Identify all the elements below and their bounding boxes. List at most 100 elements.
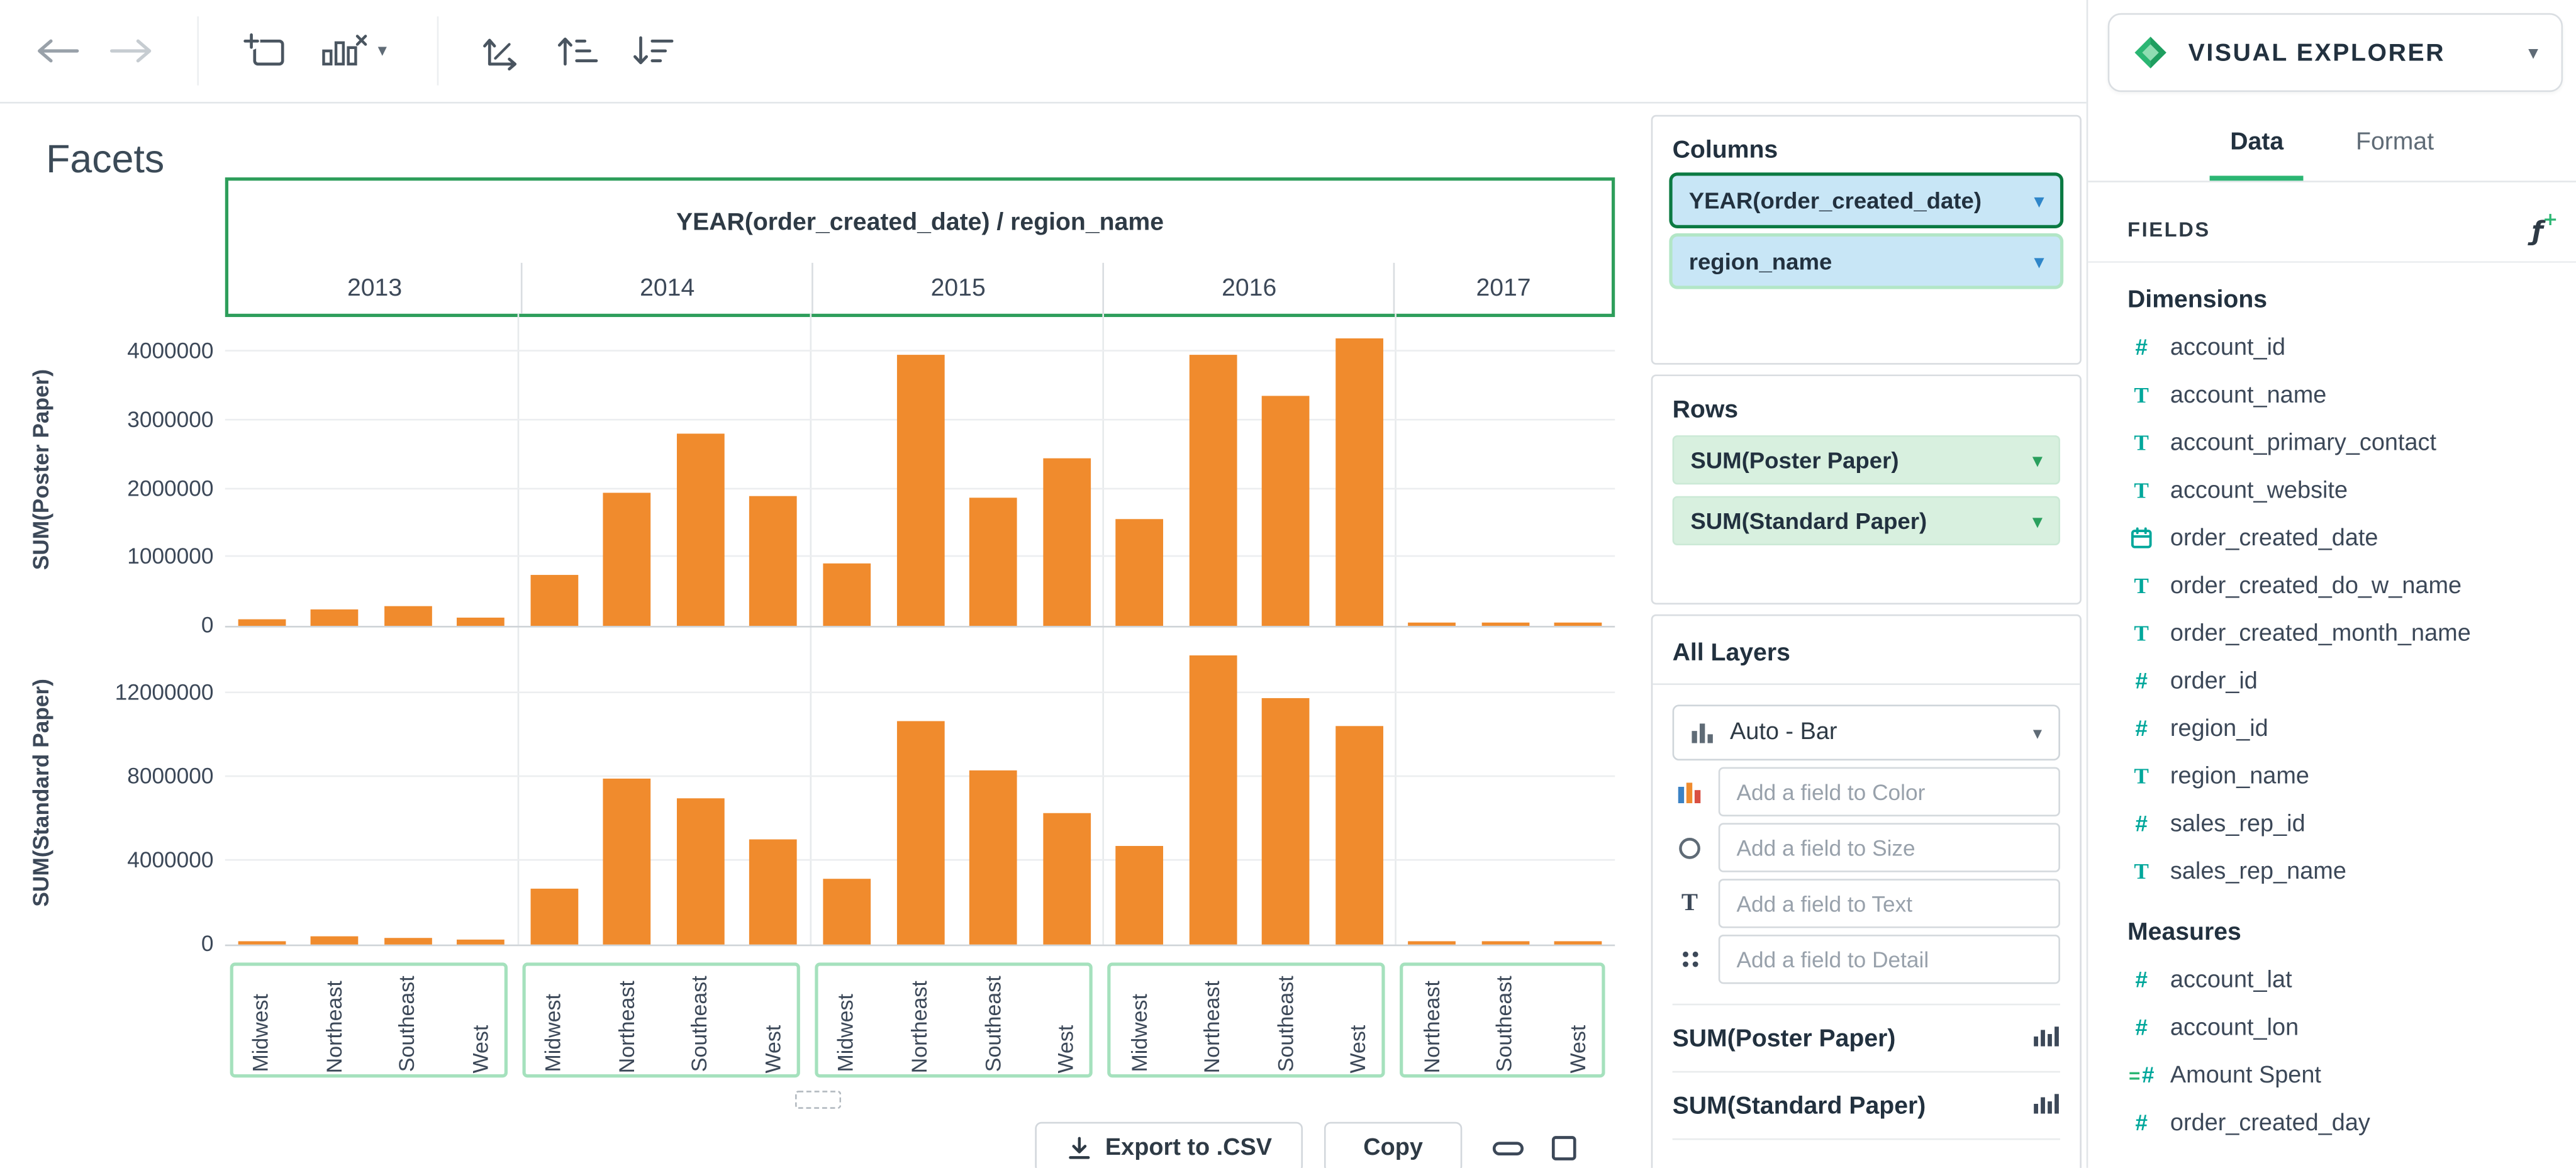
bar[interactable] [1408,623,1456,626]
bar[interactable] [1042,457,1090,626]
field-item[interactable]: Tsales_rep_name [2088,848,2576,896]
field-item[interactable]: Torder_created_month_name [2088,609,2576,657]
bar[interactable] [676,798,725,945]
bar[interactable] [603,779,652,945]
field-item[interactable]: # account_id [2088,323,2576,371]
year-label[interactable]: 2015 [811,262,1103,314]
field-item[interactable]: # region_id [2088,704,2576,752]
bar[interactable] [311,936,359,945]
field-item[interactable]: Tregion_name [2088,752,2576,800]
bar[interactable] [1262,697,1310,945]
bar[interactable] [384,606,432,626]
brand-title: VISUAL EXPLORER [2188,38,2446,67]
bar[interactable] [1042,812,1090,945]
layer-field-row[interactable]: SUM(Standard Paper) [1672,1072,2060,1140]
tab-format[interactable]: Format [2356,115,2434,181]
bar[interactable] [969,770,1017,945]
field-item[interactable]: # sales_rep_id [2088,800,2576,848]
field-item[interactable]: Taccount_primary_contact [2088,419,2576,467]
bar[interactable] [969,497,1017,626]
bar[interactable] [457,617,505,626]
field-drop-input[interactable] [1718,879,2060,928]
add-formula-icon[interactable]: ƒ + [2532,208,2558,245]
add-chart-frame-icon[interactable] [237,23,293,79]
resize-grip[interactable] [795,1091,842,1109]
bar-chart-icon[interactable] [2032,1091,2060,1120]
layer-field-row[interactable]: SUM(Poster Paper) [1672,1005,2060,1073]
sort-descending-icon[interactable] [624,23,680,79]
bar[interactable] [1188,655,1237,945]
year-label[interactable]: 2016 [1103,262,1393,314]
field-drop-input[interactable] [1718,935,2060,984]
field-item[interactable]: Torder_created_do_w_name [2088,562,2576,609]
tab-data[interactable]: Data [2211,115,2302,181]
visual-explorer-menu[interactable]: VISUAL EXPLORER ▾ [2107,13,2563,92]
bar[interactable] [603,492,652,626]
shelf-pill[interactable]: SUM(Poster Paper) ▾ [1672,435,2060,485]
sort-ascending-icon[interactable] [549,23,605,79]
bar[interactable] [1115,520,1164,626]
shelf-pill[interactable]: region_name ▾ [1672,236,2060,286]
bar[interactable] [530,574,578,626]
shelf-pill[interactable]: YEAR(order_created_date) ▾ [1672,175,2060,225]
bar[interactable] [750,840,798,945]
field-item[interactable]: = # Amount Spent [2088,1051,2576,1099]
field-drop-input[interactable] [1718,823,2060,872]
shelf-pill[interactable]: SUM(Standard Paper) ▾ [1672,496,2060,546]
field-item[interactable]: # account_lat [2088,956,2576,1004]
bar[interactable] [1335,726,1383,945]
chevron-down-icon[interactable]: ▾ [378,40,387,60]
bar[interactable] [1335,338,1383,626]
forward-arrow-icon[interactable] [102,23,158,79]
chevron-down-icon[interactable]: ▾ [2033,510,2042,531]
field-item[interactable]: # order_created_day [2088,1099,2576,1147]
back-arrow-icon[interactable] [30,23,86,79]
bar[interactable] [238,941,286,945]
bar[interactable] [750,495,798,626]
bar[interactable] [457,940,505,945]
bar[interactable] [530,887,578,945]
chevron-down-icon[interactable]: ▾ [2034,250,2043,272]
bar[interactable] [896,355,944,626]
bar[interactable] [384,938,432,945]
bar[interactable] [823,879,871,945]
x-axis-label: Midwest [834,994,859,1073]
year-label[interactable]: 2017 [1393,262,1612,314]
field-item-label: order_id [2170,667,2258,694]
bar[interactable] [1481,942,1529,945]
bar[interactable] [1115,846,1164,945]
field-item[interactable]: order_created_date [2088,514,2576,562]
x-axis-label: Midwest [248,994,274,1073]
mark-type-select[interactable]: Auto - Bar ▾ [1672,704,2060,761]
chevron-down-icon[interactable]: ▾ [2033,449,2042,470]
bar[interactable] [1554,623,1602,626]
chart-type-remove-icon[interactable] [315,23,371,79]
bar[interactable] [823,564,871,626]
bar[interactable] [1408,942,1456,945]
field-item[interactable]: Taccount_name [2088,371,2576,419]
year-label[interactable]: 2014 [521,262,811,314]
bar[interactable] [238,619,286,626]
swap-axes-icon[interactable] [473,23,529,79]
bar[interactable] [1188,355,1237,626]
bar[interactable] [896,720,944,945]
field-item[interactable]: # account_lon [2088,1004,2576,1052]
x-axis-label: West [761,1024,786,1073]
bar[interactable] [1481,623,1529,626]
bar[interactable] [1554,942,1602,945]
export-csv-button[interactable]: Export to .CSV [1035,1121,1303,1168]
copy-button[interactable]: Copy [1324,1121,1463,1168]
bar-chart-icon[interactable] [2032,1023,2060,1053]
mark-type-label: Auto - Bar [1730,719,1837,746]
field-item[interactable]: Taccount_website [2088,467,2576,514]
bar[interactable] [1262,396,1310,626]
year-label[interactable]: 2013 [228,263,521,314]
field-item[interactable]: # order_id [2088,657,2576,705]
bar[interactable] [676,433,725,626]
field-drop-input[interactable] [1718,767,2060,816]
chevron-down-icon[interactable]: ▾ [2034,190,2043,211]
expand-icon[interactable] [1541,1128,1587,1168]
field-item-label: account_lon [2170,1014,2299,1041]
collapse-icon[interactable] [1485,1128,1531,1168]
bar[interactable] [311,608,359,626]
